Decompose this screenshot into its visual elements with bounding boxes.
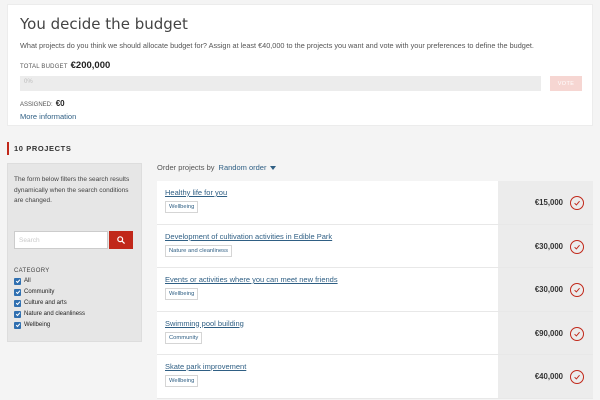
- project-price: €30,000: [534, 241, 563, 251]
- category-checkbox[interactable]: [14, 299, 21, 307]
- project-category-tag[interactable]: Nature and cleanliness: [165, 244, 232, 257]
- project-row: Swimming pool building Community €90,000: [157, 311, 593, 355]
- project-price: €40,000: [534, 372, 563, 381]
- check-icon: [15, 312, 20, 317]
- assigned-label: ASSIGNED:: [20, 102, 53, 108]
- check-icon: [15, 323, 20, 328]
- budget-progress-text: 0%: [24, 79, 33, 85]
- project-row: Healthy life for you Wellbeing €15,000: [157, 181, 593, 225]
- category-option-all[interactable]: All: [14, 276, 85, 287]
- category-checkbox[interactable]: [14, 321, 21, 329]
- heading-accent-bar: [7, 142, 9, 155]
- add-project-button[interactable]: [570, 370, 584, 384]
- search-icon: [117, 236, 125, 244]
- category-option-community[interactable]: Community: [14, 287, 85, 298]
- check-icon: [15, 279, 20, 284]
- filter-help-text: The form below filters the search result…: [14, 176, 130, 205]
- order-dropdown[interactable]: Random order: [219, 163, 277, 172]
- category-option-label: Community: [24, 289, 55, 296]
- order-label: Order projects by: [157, 163, 215, 172]
- project-row: Development of cultivation activities in…: [157, 224, 593, 268]
- assigned-value: €0: [55, 99, 65, 108]
- category-option-label: Wellbeing: [24, 322, 51, 328]
- assigned-budget: ASSIGNED: €0: [20, 99, 65, 108]
- projects-heading: 10 PROJECTS: [7, 142, 71, 155]
- category-label: CATEGORY: [14, 268, 50, 274]
- budget-progress-bar: 0%: [20, 76, 541, 91]
- vote-button[interactable]: VOTE: [550, 76, 582, 91]
- category-checkbox[interactable]: [14, 277, 21, 285]
- project-title-link[interactable]: Development of cultivation activities in…: [165, 232, 332, 241]
- category-filter-list: All Community Culture and arts Nature an…: [14, 276, 85, 330]
- add-project-button[interactable]: [570, 283, 584, 297]
- check-icon: [574, 200, 580, 206]
- project-category-tag[interactable]: Wellbeing: [165, 288, 199, 300]
- project-row: Skate park improvement Wellbeing €40,000: [157, 355, 593, 399]
- check-icon: [574, 287, 580, 293]
- category-option-wellbeing[interactable]: Wellbeing: [14, 320, 85, 331]
- order-dropdown-value: Random order: [218, 163, 267, 172]
- category-checkbox[interactable]: [14, 288, 21, 296]
- category-option-culture-and-arts[interactable]: Culture and arts: [14, 298, 85, 309]
- projects-count: 10 PROJECTS: [14, 144, 72, 153]
- project-list: Healthy life for you Wellbeing €15,000 D…: [157, 181, 593, 399]
- chevron-down-icon: [270, 165, 277, 170]
- budget-description: What projects do you think we should all…: [20, 41, 534, 50]
- project-title-link[interactable]: Healthy life for you: [165, 188, 227, 197]
- check-icon: [15, 301, 20, 306]
- project-title-link[interactable]: Events or activities where you can meet …: [165, 275, 338, 284]
- total-budget-label: TOTAL BUDGET: [20, 64, 68, 70]
- total-budget-value: €200,000: [70, 60, 111, 71]
- category-option-label: Culture and arts: [24, 300, 67, 307]
- project-price: €15,000: [534, 198, 563, 207]
- project-price: €90,000: [534, 328, 563, 338]
- check-icon: [15, 290, 20, 295]
- page-title: You decide the budget: [20, 15, 188, 33]
- project-title-link[interactable]: Swimming pool building: [165, 319, 244, 328]
- check-icon: [574, 374, 580, 380]
- add-project-button[interactable]: [570, 326, 584, 341]
- more-information-link[interactable]: More information: [20, 112, 76, 121]
- category-option-label: Nature and cleanliness: [24, 311, 86, 318]
- add-project-button[interactable]: [570, 239, 584, 254]
- project-category-tag[interactable]: Wellbeing: [165, 201, 199, 213]
- search-button[interactable]: [109, 231, 133, 249]
- filter-panel: The form below filters the search result…: [7, 163, 142, 342]
- check-icon: [574, 244, 580, 250]
- search-input[interactable]: [14, 231, 108, 249]
- project-price: €30,000: [534, 285, 563, 294]
- project-title-link[interactable]: Skate park improvement: [165, 362, 246, 371]
- total-budget: TOTAL BUDGET €200,000: [20, 60, 110, 71]
- project-category-tag[interactable]: Wellbeing: [165, 375, 199, 387]
- category-option-nature-and-cleanliness[interactable]: Nature and cleanliness: [14, 309, 85, 320]
- check-icon: [574, 331, 580, 337]
- project-category-tag[interactable]: Community: [165, 331, 203, 344]
- add-project-button[interactable]: [570, 196, 584, 210]
- order-control: Order projects by Random order: [157, 163, 277, 172]
- category-checkbox[interactable]: [14, 310, 21, 318]
- category-option-label: All: [24, 278, 31, 285]
- project-row: Events or activities where you can meet …: [157, 268, 593, 312]
- budget-card: You decide the budget What projects do y…: [7, 4, 593, 126]
